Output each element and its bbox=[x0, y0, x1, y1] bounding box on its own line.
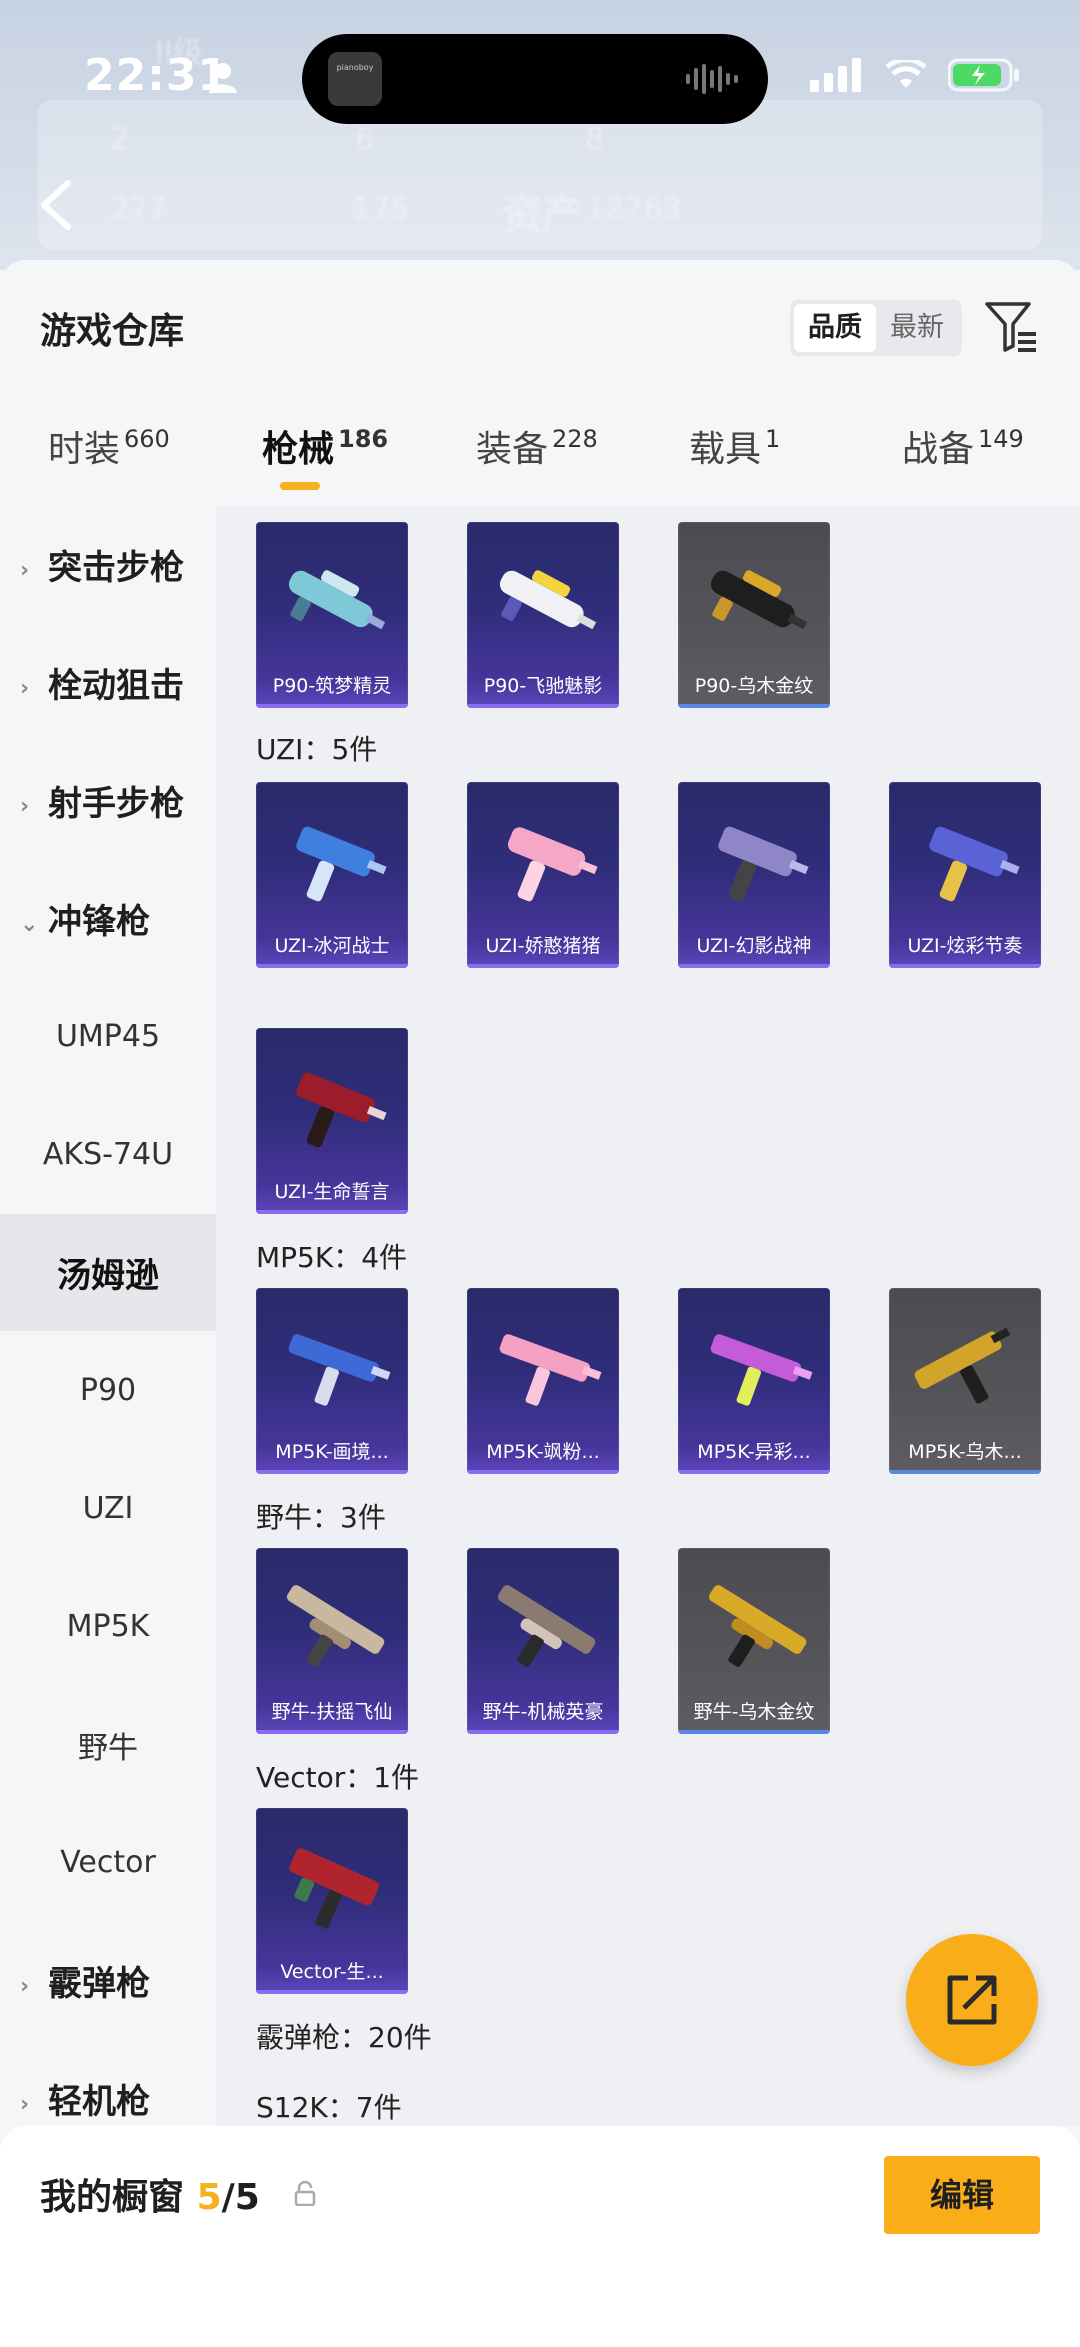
showcase-footer: 我的橱窗 5/5 编辑 bbox=[0, 2126, 1080, 2347]
weapon-uzi-icon bbox=[718, 826, 809, 902]
sort-quality-button[interactable]: 品质 bbox=[794, 304, 876, 352]
sheet-title: 游戏仓库 bbox=[40, 311, 185, 352]
assets-ghost-label: 资产 bbox=[502, 192, 582, 238]
share-fab-button[interactable] bbox=[906, 1934, 1038, 2066]
dynamic-island: pianoboy bbox=[302, 34, 768, 124]
skin-card[interactable]: UZI-幻影战神 bbox=[678, 782, 830, 968]
sidebar-item-assault-rifle[interactable]: › 突击步枪 bbox=[0, 506, 216, 623]
sidebar-item-smg[interactable]: ⌄ 冲锋枪 bbox=[0, 860, 216, 977]
sidebar-item-uzi[interactable]: UZI bbox=[0, 1450, 216, 1567]
audio-wave-icon bbox=[686, 62, 742, 96]
status-icons bbox=[810, 58, 1020, 92]
now-playing-thumb: pianoboy bbox=[328, 52, 382, 106]
tab-equipment[interactable]: 装备 228 bbox=[476, 420, 598, 472]
skin-card[interactable]: P90-筑梦精灵 bbox=[256, 522, 408, 708]
sidebar-item-marksman-rifle[interactable]: › 射手步枪 bbox=[0, 742, 216, 859]
group-label-uzi: UZI：5件 bbox=[256, 733, 378, 766]
stat-ghost-2: 6 bbox=[355, 122, 375, 157]
share-icon bbox=[947, 1975, 997, 2025]
tab-combat-prep[interactable]: 战备 149 bbox=[902, 420, 1024, 472]
chevron-right-icon: › bbox=[20, 1973, 30, 1999]
person-icon bbox=[209, 63, 237, 93]
weapon-vector-icon bbox=[289, 1848, 379, 1929]
skin-card[interactable]: MP5K-飒粉... bbox=[467, 1288, 619, 1474]
weapon-p90-icon bbox=[710, 570, 808, 630]
showcase-count-total: /5 bbox=[221, 2177, 260, 2218]
skin-card[interactable]: MP5K-画境... bbox=[256, 1288, 408, 1474]
skin-card[interactable]: MP5K-乌木... bbox=[889, 1288, 1041, 1474]
sidebar-item-aks74u[interactable]: AKS-74U bbox=[0, 1096, 216, 1213]
group-label-vector: Vector：1件 bbox=[256, 1761, 420, 1794]
skin-card[interactable]: MP5K-异彩... bbox=[678, 1288, 830, 1474]
showcase-count-current: 5 bbox=[196, 2177, 222, 2218]
skin-card[interactable]: UZI-冰河战士 bbox=[256, 782, 408, 968]
group-label-bison: 野牛：3件 bbox=[256, 1501, 386, 1534]
weapon-uzi-icon bbox=[296, 1072, 387, 1148]
skin-card[interactable]: 野牛-机械英豪 bbox=[467, 1548, 619, 1734]
wifi-icon bbox=[886, 60, 926, 88]
edit-button[interactable]: 编辑 bbox=[884, 2156, 1040, 2234]
weapon-mp5k-icon bbox=[499, 1334, 602, 1406]
weapon-mp5k-icon bbox=[914, 1327, 1011, 1404]
showcase-title: 我的橱窗 5/5 bbox=[40, 2177, 260, 2218]
skin-card[interactable]: Vector-生... bbox=[256, 1808, 408, 1994]
chevron-right-icon: › bbox=[20, 2091, 30, 2117]
weapon-p90-icon bbox=[499, 570, 597, 630]
chevron-down-icon: ⌄ bbox=[20, 911, 39, 937]
battery-icon bbox=[948, 58, 1019, 92]
chevron-right-icon: › bbox=[20, 793, 30, 819]
signal-icon bbox=[810, 58, 861, 92]
weapon-grid: P90-筑梦精灵 P90-飞驰魅影 P90-乌木金纹 UZI：5件 UZI-冰河… bbox=[216, 506, 1080, 2126]
weapon-mp5k-icon bbox=[710, 1334, 813, 1406]
weapon-uzi-icon bbox=[507, 827, 598, 902]
chevron-right-icon: › bbox=[20, 675, 30, 701]
assets-ghost-value: 12763 bbox=[586, 192, 682, 227]
group-label-mp5k: MP5K：4件 bbox=[256, 1241, 408, 1274]
skin-card[interactable]: P90-乌木金纹 bbox=[678, 522, 830, 708]
back-arrow-icon[interactable] bbox=[36, 180, 76, 230]
skin-card[interactable]: UZI-炫彩节奏 bbox=[889, 782, 1041, 968]
sidebar-item-vector[interactable]: Vector bbox=[0, 1804, 216, 1921]
weapon-bison-icon bbox=[286, 1585, 385, 1667]
weapon-uzi-icon bbox=[296, 826, 387, 902]
stat-ghost-5: 175 bbox=[352, 192, 410, 227]
weapon-bison-icon bbox=[708, 1585, 807, 1667]
group-label-s12k: S12K：7件 bbox=[256, 2091, 402, 2124]
sidebar-item-bolt-sniper[interactable]: › 栓动狙击 bbox=[0, 624, 216, 741]
sidebar-item-p90[interactable]: P90 bbox=[0, 1332, 216, 1449]
sidebar-item-shotgun[interactable]: › 霰弹枪 bbox=[0, 1922, 216, 2039]
sort-newest-button[interactable]: 最新 bbox=[876, 304, 958, 352]
active-tab-indicator bbox=[280, 482, 320, 490]
skin-card[interactable]: UZI-娇憨猪猪 bbox=[467, 782, 619, 968]
chevron-right-icon: › bbox=[20, 557, 30, 583]
weapon-mp5k-icon bbox=[288, 1334, 391, 1406]
weapon-bison-icon bbox=[497, 1585, 596, 1667]
tab-fashion[interactable]: 时装 660 bbox=[48, 420, 170, 472]
skin-card[interactable]: P90-飞驰魅影 bbox=[467, 522, 619, 708]
weapon-p90-icon bbox=[288, 570, 386, 630]
sidebar-item-thompson[interactable]: 汤姆逊 bbox=[0, 1214, 216, 1331]
lock-icon bbox=[294, 2180, 316, 2206]
skin-card[interactable]: 野牛-扶摇飞仙 bbox=[256, 1548, 408, 1734]
weapon-type-sidebar: › 突击步枪 › 栓动狙击 › 射手步枪 ⌄ 冲锋枪 UMP45 AKS-74U 汤姆逊… bbox=[0, 506, 216, 2126]
sidebar-item-ump45[interactable]: UMP45 bbox=[0, 978, 216, 1095]
category-tabs: 时装 660 枪械 186 装备 228 载具 1 战备 149 bbox=[0, 420, 1080, 500]
sidebar-item-mp5k[interactable]: MP5K bbox=[0, 1568, 216, 1685]
tab-firearms[interactable]: 枪械 186 bbox=[262, 420, 388, 490]
stat-ghost-3: 8 bbox=[585, 122, 605, 157]
stat-ghost-4: 277 bbox=[110, 192, 168, 227]
tab-vehicles[interactable]: 载具 1 bbox=[689, 420, 780, 472]
weapon-uzi-icon bbox=[929, 826, 1020, 902]
stat-ghost-1: 2 bbox=[110, 122, 130, 157]
sort-toggle: 品质 最新 bbox=[790, 300, 962, 356]
skin-card[interactable]: UZI-生命誓言 bbox=[256, 1028, 408, 1214]
filter-icon[interactable] bbox=[984, 300, 1038, 354]
sidebar-item-bison[interactable]: 野牛 bbox=[0, 1686, 216, 1803]
group-label-shotgun: 霰弹枪：20件 bbox=[256, 2021, 432, 2054]
skin-card[interactable]: 野牛-乌木金纹 bbox=[678, 1548, 830, 1734]
